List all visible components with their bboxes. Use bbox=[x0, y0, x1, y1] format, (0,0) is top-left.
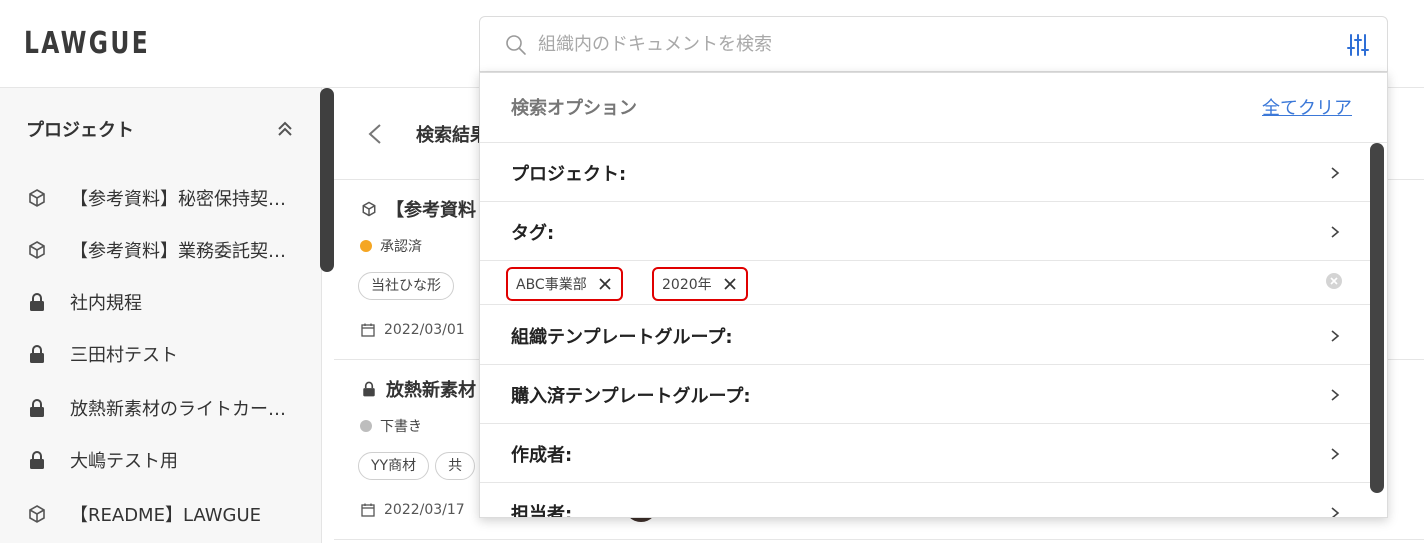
cube-icon bbox=[362, 201, 376, 217]
sidebar-title: プロジェクト bbox=[26, 120, 134, 141]
sidebar-item[interactable]: 【README】LAWGUE bbox=[0, 488, 320, 540]
result-tags: YY商材 共 bbox=[358, 452, 476, 480]
tag-chip[interactable]: YY商材 bbox=[358, 452, 430, 480]
result-date: 2022/03/01 bbox=[360, 322, 465, 338]
tag-chip[interactable]: 共 bbox=[435, 452, 476, 480]
sidebar-item[interactable]: 社内規程 bbox=[0, 276, 320, 328]
chevron-right-icon bbox=[1331, 507, 1340, 517]
search-icon bbox=[506, 35, 526, 55]
option-label: タグ: bbox=[511, 223, 555, 244]
result-tags: 当社ひな形 bbox=[358, 272, 454, 300]
sidebar-item-label: 大嶋テスト用 bbox=[70, 451, 178, 472]
cube-icon bbox=[29, 241, 45, 259]
selected-tag-chip[interactable]: ABC事業部 bbox=[506, 267, 623, 301]
sidebar-item-label: 放熱新素材のライトカーボン bbox=[70, 399, 298, 420]
lock-icon bbox=[363, 381, 375, 397]
sidebar-scrollbar[interactable] bbox=[320, 88, 334, 272]
page-title: 検索結果 bbox=[416, 125, 488, 146]
tag-chip[interactable]: 当社ひな形 bbox=[358, 272, 454, 300]
sidebar-item-label: 【参考資料】秘密保持契約書 bbox=[70, 189, 298, 210]
chip-label: 2020年 bbox=[662, 277, 712, 293]
date-text: 2022/03/17 bbox=[384, 502, 465, 518]
clear-all-link[interactable]: 全てクリア bbox=[1262, 94, 1352, 120]
status-text: 下書き bbox=[380, 419, 422, 435]
close-icon[interactable] bbox=[597, 276, 613, 292]
selected-tags-row: ABC事業部 2020年 bbox=[480, 261, 1370, 305]
filter-settings-icon[interactable] bbox=[1346, 31, 1374, 59]
option-row-org-template[interactable]: 組織テンプレートグループ: bbox=[480, 306, 1370, 365]
sidebar-item[interactable]: 三田村テスト bbox=[0, 328, 320, 380]
status-dot bbox=[360, 240, 372, 252]
status-dot bbox=[360, 420, 372, 432]
option-row-purchased-template[interactable]: 購入済テンプレートグループ: bbox=[480, 365, 1370, 424]
option-label: 作成者: bbox=[511, 445, 573, 466]
calendar-icon bbox=[361, 323, 375, 337]
sidebar-item[interactable]: 放熱新素材のライトカーボン bbox=[0, 382, 320, 434]
lock-icon bbox=[30, 399, 44, 417]
search-options-panel: 検索オプション 全てクリア プロジェクト: タグ: ABC事業部 2020年 組… bbox=[479, 72, 1388, 518]
lock-icon bbox=[30, 451, 44, 469]
sidebar-item-label: 【参考資料】業務委託契約書 bbox=[70, 241, 298, 262]
chevron-right-icon bbox=[1331, 448, 1340, 460]
chevron-left-icon[interactable] bbox=[364, 120, 386, 148]
sidebar-item-label: 社内規程 bbox=[70, 293, 142, 314]
option-row-project[interactable]: プロジェクト: bbox=[480, 143, 1370, 202]
sidebar-item-label: 【README】LAWGUE bbox=[70, 505, 262, 526]
cube-icon bbox=[29, 505, 45, 523]
status-badge: 承認済 bbox=[360, 236, 422, 256]
search-input[interactable] bbox=[538, 29, 1298, 59]
search-options-title: 検索オプション bbox=[511, 98, 637, 119]
result-title[interactable]: 放熱新素材 bbox=[386, 376, 476, 402]
chevron-double-up-icon[interactable] bbox=[274, 118, 296, 140]
close-icon[interactable] bbox=[722, 276, 738, 292]
project-sidebar: プロジェクト 【参考資料】秘密保持契約書 【参考資料】業務委託契約書 社内規程 bbox=[0, 88, 322, 543]
selected-tag-chip[interactable]: 2020年 bbox=[652, 267, 748, 301]
chevron-right-icon bbox=[1331, 389, 1340, 401]
clear-circle-icon[interactable] bbox=[1325, 272, 1343, 290]
option-label: 購入済テンプレートグループ: bbox=[511, 386, 751, 407]
date-text: 2022/03/01 bbox=[384, 322, 465, 338]
sidebar-item[interactable]: 【参考資料】秘密保持契約書 bbox=[0, 172, 320, 224]
result-date: 2022/03/17 bbox=[360, 502, 465, 518]
sidebar-item-label: 三田村テスト bbox=[70, 345, 178, 366]
option-label: 組織テンプレートグループ: bbox=[511, 327, 733, 348]
option-row-author[interactable]: 作成者: bbox=[480, 424, 1370, 483]
cube-icon bbox=[29, 189, 45, 207]
calendar-icon bbox=[361, 503, 375, 517]
option-label: プロジェクト: bbox=[511, 164, 627, 185]
lock-icon bbox=[30, 293, 44, 311]
option-row-assignee[interactable]: 担当者: bbox=[480, 483, 1370, 518]
status-text: 承認済 bbox=[380, 239, 422, 255]
chip-label: ABC事業部 bbox=[516, 277, 587, 293]
chevron-right-icon bbox=[1331, 167, 1340, 179]
option-label: 担当者: bbox=[511, 504, 573, 518]
status-badge: 下書き bbox=[360, 416, 422, 436]
chevron-right-icon bbox=[1331, 330, 1340, 342]
option-row-tag[interactable]: タグ: bbox=[480, 202, 1370, 261]
panel-scrollbar[interactable] bbox=[1370, 143, 1384, 493]
chevron-right-icon bbox=[1331, 226, 1340, 238]
app-logo[interactable]: LAWGUE bbox=[24, 26, 150, 61]
search-options-header: 検索オプション 全てクリア bbox=[480, 73, 1387, 143]
search-box[interactable] bbox=[479, 16, 1388, 72]
lock-icon bbox=[30, 345, 44, 363]
sidebar-item[interactable]: 【参考資料】業務委託契約書 bbox=[0, 224, 320, 276]
sidebar-item[interactable]: 大嶋テスト用 bbox=[0, 434, 320, 486]
result-title[interactable]: 【参考資料 bbox=[386, 196, 476, 222]
